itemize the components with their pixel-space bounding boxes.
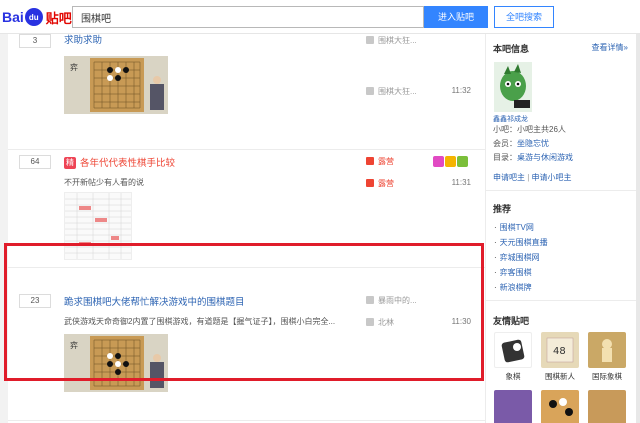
friend-bar-image: 48 — [541, 332, 579, 368]
friend-bar-item[interactable]: 象棋 — [492, 332, 534, 382]
friend-bar-image — [588, 390, 626, 423]
svg-text:弈: 弈 — [70, 62, 78, 72]
baidu-tieba-logo[interactable]: Bai du 贴吧 — [2, 6, 72, 28]
friend-bar-item[interactable] — [539, 390, 581, 423]
thread-thumbnail[interactable]: 弈 — [64, 56, 168, 114]
badge-icon — [457, 156, 468, 167]
friend-bar-name: 围棋新人 — [545, 372, 575, 381]
apply-owner-link[interactable]: 申请吧主 — [493, 173, 525, 182]
owner-avatar[interactable] — [494, 62, 532, 112]
friend-bar-name: 国际象棋 — [592, 372, 622, 381]
apply-links: 申请吧主 | 申请小吧主 — [493, 172, 572, 183]
members-link[interactable]: 坐隐忘忧 — [517, 139, 549, 148]
divider — [486, 190, 640, 191]
scrollbar[interactable] — [636, 34, 640, 423]
badge-icon — [433, 156, 444, 167]
apply-assistant-link[interactable]: 申请小吧主 — [532, 173, 572, 182]
friend-bar-item[interactable]: 国际象棋 — [586, 332, 628, 382]
friend-bar-item[interactable]: 48 围棋新人 — [539, 332, 581, 382]
thread-author[interactable]: 露营 — [366, 156, 394, 167]
friend-bar-image — [494, 390, 532, 423]
recommend-link[interactable]: 弈客围棋 — [494, 265, 548, 280]
side-panel: 本吧信息 查看详情» 鑫鑫祁成龙 小吧：小吧主共26人 会员：坐隐忘忧 目录：桌… — [485, 34, 640, 423]
featured-tag: 精 — [64, 157, 76, 170]
logo-text-tieba: 贴吧 — [45, 10, 72, 26]
recommend-link[interactable]: 天元围棋直播 — [494, 235, 548, 250]
reply-time: 11:31 — [451, 178, 471, 187]
badge-icon — [445, 156, 456, 167]
divider — [486, 300, 640, 301]
enter-tieba-button[interactable]: 进入贴吧 — [424, 6, 488, 28]
friend-bar-image — [494, 332, 532, 368]
bar-info-title: 本吧信息 — [493, 44, 530, 54]
reply-icon — [366, 179, 374, 187]
svg-text:48: 48 — [553, 346, 566, 357]
assistant-count: 小吧：小吧主共26人 — [493, 125, 566, 134]
recommend-list: 围棋TV网 天元围棋直播 弈城围棋网 弈客围棋 新浪棋牌 — [494, 220, 548, 295]
category-link[interactable]: 桌游与休闲游戏 — [517, 153, 573, 162]
friend-bar-image — [588, 332, 626, 368]
recommend-link[interactable]: 新浪棋牌 — [494, 280, 548, 295]
page: Bai du 贴吧 进入贴吧 全吧搜索 3 求助求助 围棋大狂... 弈 — [0, 0, 640, 423]
owner-name[interactable]: 鑫鑫祁成龙 — [493, 114, 528, 124]
friend-bar-item[interactable] — [492, 390, 534, 423]
thread-title[interactable]: 精各年代代表性棋手比较 — [64, 155, 175, 170]
friend-bar-image — [541, 390, 579, 423]
logo-text-bai: Bai — [2, 9, 24, 25]
reply-icon — [366, 87, 374, 95]
paw-icon: du — [24, 8, 43, 26]
user-badges — [433, 156, 468, 167]
members-row: 会员：坐隐忘忧 — [493, 139, 549, 148]
view-details-link[interactable]: 查看详情» — [592, 42, 628, 53]
reply-time: 11:32 — [451, 86, 471, 95]
recommend-link[interactable]: 围棋TV网 — [494, 220, 548, 235]
thread-title[interactable]: 求助求助 — [64, 32, 102, 46]
reply-count: 64 — [19, 155, 51, 169]
search-input[interactable] — [72, 6, 424, 28]
thread-item[interactable]: 3 求助求助 围棋大狂... 弈 围棋大狂... 11:32 — [8, 20, 485, 150]
reply-count: 3 — [19, 34, 51, 48]
go-board-image: 弈 — [64, 56, 168, 114]
friend-bar-name: 象棋 — [505, 372, 521, 381]
user-icon — [366, 157, 374, 165]
recommend-title: 推荐 — [493, 204, 512, 214]
last-reply-author[interactable]: 露营 — [366, 178, 394, 189]
search-all-button[interactable]: 全吧搜索 — [494, 6, 554, 28]
top-header: Bai du 贴吧 进入贴吧 全吧搜索 — [0, 0, 640, 34]
friend-bar-item[interactable] — [586, 390, 628, 423]
friend-bars-title: 友情贴吧 — [493, 316, 530, 326]
recommend-link[interactable]: 弈城围棋网 — [494, 250, 548, 265]
thread-abstract: 不开新帖少有人看的说 — [64, 178, 144, 187]
category-row: 目录：桌游与休闲游戏 — [493, 153, 573, 162]
link-separator: | — [527, 173, 530, 182]
highlight-box — [4, 243, 484, 381]
user-icon — [366, 36, 374, 44]
last-reply-author[interactable]: 围棋大狂... — [366, 86, 417, 97]
thread-author[interactable]: 围棋大狂... — [366, 35, 417, 46]
